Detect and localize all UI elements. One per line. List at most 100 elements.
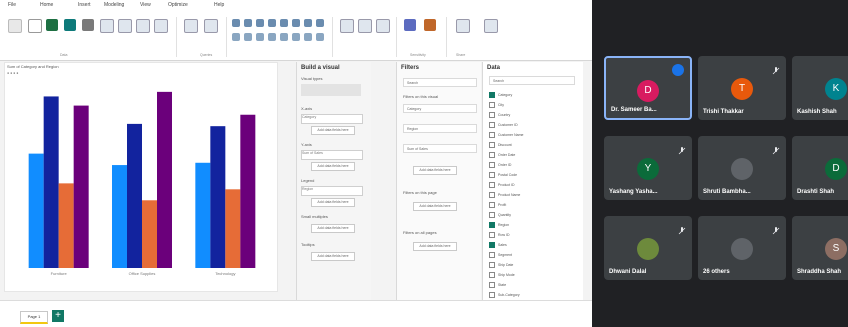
chart-bar[interactable] [157, 91, 172, 268]
sql-server-icon[interactable] [82, 19, 94, 31]
chart-bar[interactable] [43, 96, 59, 268]
chart-bar[interactable] [225, 189, 241, 268]
participant-tile[interactable]: Shruti Bambha... [698, 136, 786, 200]
visual-gallery-icon[interactable] [244, 33, 252, 41]
add-filter-button[interactable]: Add data fields here [413, 202, 457, 211]
tab-home[interactable]: Home [40, 2, 53, 8]
more-visuals-icon[interactable] [358, 19, 372, 33]
chart-bar[interactable] [127, 123, 142, 268]
field-checkbox[interactable] [489, 172, 495, 179]
data-field-item[interactable]: Product Name [489, 192, 520, 199]
data-field-item[interactable]: Quantity [489, 212, 511, 219]
tab-file[interactable]: File [8, 2, 16, 8]
visual-gallery-icon[interactable] [268, 33, 276, 41]
new-visual-icon[interactable] [204, 19, 218, 33]
visual-gallery-icon[interactable] [244, 19, 252, 27]
paste-icon[interactable] [8, 19, 22, 33]
field-checkbox[interactable] [489, 142, 495, 149]
refresh-icon[interactable] [184, 19, 198, 33]
data-field-item[interactable]: Segment [489, 252, 512, 259]
filter-card-sales[interactable]: Sum of Sales [403, 144, 477, 153]
participant-tile[interactable]: T Trishi Thakkar [698, 56, 786, 120]
visual-gallery-icon[interactable] [280, 19, 288, 27]
field-checkbox[interactable] [489, 122, 495, 129]
tab-modeling[interactable]: Modeling [104, 2, 124, 8]
data-field-item[interactable]: Discount [489, 142, 512, 149]
participant-tile[interactable]: D Drashti Shah [792, 136, 848, 200]
visual-gallery-icon[interactable] [316, 19, 324, 27]
field-checkbox[interactable] [489, 262, 495, 269]
chart-bar[interactable] [112, 165, 127, 268]
add-page-button[interactable]: + [52, 310, 64, 322]
participant-tile[interactable]: 26 others [698, 216, 786, 280]
visual-gallery-icon[interactable] [304, 33, 312, 41]
field-checkbox[interactable] [489, 222, 495, 229]
participant-tile[interactable]: D Dr. Sameer Ba... [604, 56, 692, 120]
add-data-button[interactable]: Add data fields here [311, 162, 355, 171]
add-filter-button[interactable]: Add data fields here [413, 166, 457, 175]
participant-tile[interactable]: Y Yashang Yasha... [604, 136, 692, 200]
visual-gallery-icon[interactable] [280, 33, 288, 41]
field-checkbox[interactable] [489, 132, 495, 139]
enter-data-icon[interactable] [100, 19, 114, 33]
data-field-item[interactable]: Order Date [489, 152, 515, 159]
field-checkbox[interactable] [489, 242, 495, 249]
chart-bar[interactable] [210, 126, 226, 268]
data-field-item[interactable]: City [489, 102, 504, 109]
filter-card-region[interactable]: Region [403, 124, 477, 133]
data-field-item[interactable]: Customer Name [489, 132, 523, 139]
x-axis-field[interactable]: Category [301, 114, 363, 124]
share-icon[interactable] [456, 19, 470, 33]
data-field-item[interactable]: Order ID [489, 162, 511, 169]
publish-icon[interactable] [424, 19, 436, 31]
add-filter-button[interactable]: Add data fields here [413, 242, 457, 251]
field-checkbox[interactable] [489, 292, 495, 299]
chart-bar[interactable] [58, 183, 74, 268]
data-search-input[interactable]: Search [489, 76, 575, 85]
visual-gallery-icon[interactable] [292, 33, 300, 41]
copilot-icon[interactable] [484, 19, 498, 33]
text-box-icon[interactable] [340, 19, 354, 33]
participant-tile[interactable]: Dhwani Dalal [604, 216, 692, 280]
field-checkbox[interactable] [489, 102, 495, 109]
data-field-item[interactable]: Ship Mode [489, 272, 515, 279]
tab-insert[interactable]: Insert [78, 2, 91, 8]
visual-gallery-icon[interactable] [256, 19, 264, 27]
tab-optimize[interactable]: Optimize [168, 2, 188, 8]
sensitivity-icon[interactable] [404, 19, 416, 31]
filter-card-category[interactable]: Category [403, 104, 477, 113]
get-data-icon[interactable] [28, 19, 42, 33]
data-field-item[interactable]: Region [489, 222, 509, 229]
field-checkbox[interactable] [489, 162, 495, 169]
visual-gallery-icon[interactable] [232, 19, 240, 27]
add-data-button[interactable]: Add data fields here [311, 198, 355, 207]
filters-search-input[interactable]: Search [403, 78, 477, 87]
excel-icon[interactable] [46, 19, 58, 31]
visual-gallery-icon[interactable] [256, 33, 264, 41]
transform-data-icon[interactable] [154, 19, 168, 33]
add-data-button[interactable]: Add data fields here [311, 252, 355, 261]
data-field-item[interactable]: Customer ID [489, 122, 518, 129]
onelake-icon[interactable] [64, 19, 76, 31]
new-measure-icon[interactable] [376, 19, 390, 33]
add-data-button[interactable]: Add data fields here [311, 224, 355, 233]
recent-sources-icon[interactable] [136, 19, 150, 33]
chart-bar[interactable] [195, 162, 211, 268]
data-field-item[interactable]: Country [489, 112, 510, 119]
field-checkbox[interactable] [489, 272, 495, 279]
clustered-column-chart[interactable]: Furniture Office Supplies Technology [5, 63, 277, 291]
dataverse-icon[interactable] [118, 19, 132, 33]
report-canvas[interactable]: Sum of Category and Region ● ● ● ● Furni… [4, 62, 278, 292]
legend-field[interactable]: Region [301, 186, 363, 196]
data-field-item[interactable]: Sales [489, 242, 507, 249]
tab-help[interactable]: Help [214, 2, 224, 8]
visual-gallery-icon[interactable] [232, 33, 240, 41]
chart-bar[interactable] [73, 105, 89, 269]
data-field-item[interactable]: Product ID [489, 182, 515, 189]
participant-tile[interactable]: K Kashish Shah [792, 56, 848, 120]
field-checkbox[interactable] [489, 152, 495, 159]
visual-types-grid[interactable] [301, 84, 361, 96]
data-field-item[interactable]: Sub-Category [489, 292, 520, 299]
field-checkbox[interactable] [489, 252, 495, 259]
field-checkbox[interactable] [489, 92, 495, 99]
